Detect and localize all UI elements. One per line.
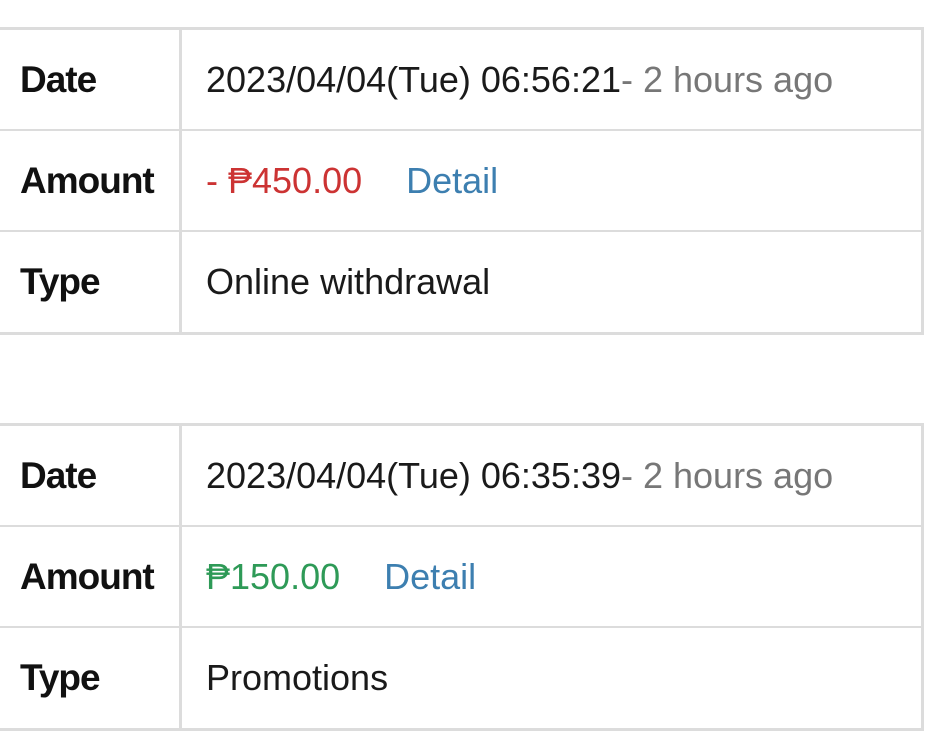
date-row: Date 2023/04/04(Tue) 06:56:21- 2 hours a… xyxy=(0,30,921,131)
date-value: 2023/04/04(Tue) 06:35:39 xyxy=(206,454,621,496)
transaction-record: Date 2023/04/04(Tue) 06:56:21- 2 hours a… xyxy=(0,27,924,335)
date-label: Date xyxy=(0,426,182,525)
date-label: Date xyxy=(0,30,182,129)
transaction-record: Date 2023/04/04(Tue) 06:35:39- 2 hours a… xyxy=(0,423,924,731)
date-value: 2023/04/04(Tue) 06:56:21 xyxy=(206,58,621,100)
amount-value: ₱150.00 xyxy=(206,555,341,597)
type-row: Type Online withdrawal xyxy=(0,232,921,332)
amount-row: Amount ₱150.00 Detail xyxy=(0,527,921,628)
type-row: Type Promotions xyxy=(0,628,921,728)
amount-value-cell: ₱150.00 Detail xyxy=(182,527,921,626)
amount-label: Amount xyxy=(0,527,182,626)
detail-link[interactable]: Detail xyxy=(384,556,476,598)
relative-time: - 2 hours ago xyxy=(620,58,834,100)
date-value-cell: 2023/04/04(Tue) 06:56:21- 2 hours ago xyxy=(182,30,921,129)
amount-label: Amount xyxy=(0,131,182,230)
amount-value: - ₱450.00 xyxy=(206,159,363,201)
detail-link[interactable]: Detail xyxy=(406,160,498,202)
type-value: Promotions xyxy=(206,657,389,698)
amount-value-cell: - ₱450.00 Detail xyxy=(182,131,921,230)
type-label: Type xyxy=(0,628,182,728)
type-label: Type xyxy=(0,232,182,332)
relative-time: - 2 hours ago xyxy=(620,454,834,496)
date-row: Date 2023/04/04(Tue) 06:35:39- 2 hours a… xyxy=(0,426,921,527)
date-value-cell: 2023/04/04(Tue) 06:35:39- 2 hours ago xyxy=(182,426,921,525)
type-value: Online withdrawal xyxy=(206,261,491,302)
amount-row: Amount - ₱450.00 Detail xyxy=(0,131,921,232)
